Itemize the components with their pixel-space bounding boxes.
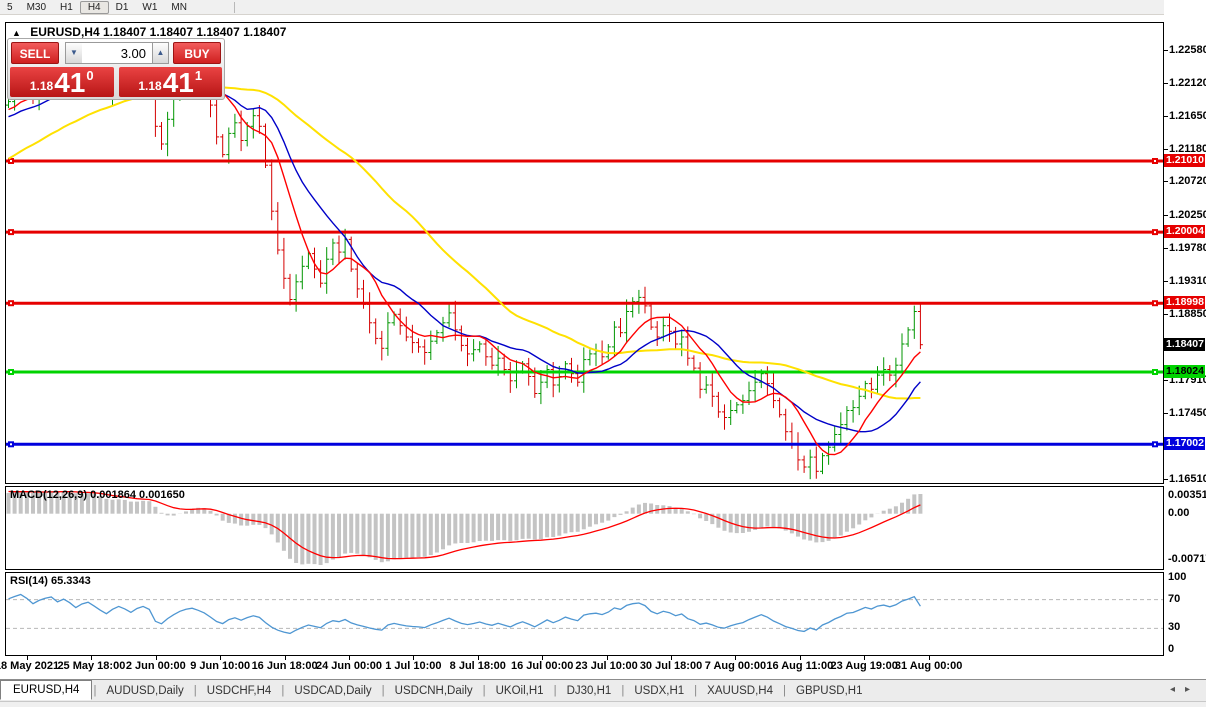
tab-separator: | xyxy=(694,685,697,697)
current-price-badge: 1.18407 xyxy=(1164,338,1205,351)
one-click-trading-panel: SELL ▼ ▲ BUY 1.18 41 0 1.18 41 1 xyxy=(7,38,225,100)
timeframe-toolbar: 5M30H1H4D1W1MN xyxy=(0,0,1206,15)
price-axis: 0.003515 0.00 -0.007178 1.22580 1.22120 1.… xyxy=(1164,0,1206,706)
timeframe-button-mn[interactable]: MN xyxy=(164,1,194,14)
trade-panel-controls: SELL ▼ ▲ BUY xyxy=(11,42,221,64)
chart-tab-usdcad[interactable]: USDCAD,Daily xyxy=(285,682,380,700)
tab-scroll-right-icon[interactable]: ▸ xyxy=(1185,684,1200,695)
timeframe-button-d1[interactable]: D1 xyxy=(109,1,136,14)
buy-button[interactable]: BUY xyxy=(173,42,221,64)
buy-price-prefix: 1.18 xyxy=(138,79,161,93)
chart-tabbar: EURUSD,H4|AUDUSD,Daily|USDCHF,H4|USDCAD,… xyxy=(0,679,1206,701)
price-axis-tick: 1.19310 xyxy=(1169,275,1206,287)
buy-price-pipette: 1 xyxy=(195,68,202,83)
rsi-scale-tick: 70 xyxy=(1168,593,1180,605)
buy-price-display[interactable]: 1.18 41 1 xyxy=(119,67,223,97)
chart-tab-eurusd[interactable]: EURUSD,H4 xyxy=(0,680,92,700)
chart-tab-gbpusd[interactable]: GBPUSD,H1 xyxy=(787,682,871,700)
timeframe-button-h1[interactable]: H1 xyxy=(53,1,80,14)
sell-price-prefix: 1.18 xyxy=(30,79,53,93)
chart-tab-usdcnh[interactable]: USDCNH,Daily xyxy=(386,682,482,700)
macd-indicator-panel[interactable]: MACD(12,26,9) 0.001864 0.001650 xyxy=(5,486,1164,570)
rsi-scale-tick: 100 xyxy=(1168,571,1186,583)
macd-scale-min: -0.007178 xyxy=(1168,553,1206,565)
tab-separator: | xyxy=(281,685,284,697)
macd-scale-zero: 0.00 xyxy=(1168,507,1189,519)
volume-decrease-button[interactable]: ▼ xyxy=(65,42,82,64)
chart-tab-usdx[interactable]: USDX,H1 xyxy=(625,682,693,700)
price-axis-tick: 1.22120 xyxy=(1169,77,1206,89)
sell-price-pipette: 0 xyxy=(86,68,93,83)
volume-input[interactable] xyxy=(82,42,152,64)
chart-title-text: EURUSD,H4 1.18407 1.18407 1.18407 1.1840… xyxy=(30,25,286,39)
hline-price-badge: 1.20004 xyxy=(1164,225,1205,238)
trade-panel-quotes: 1.18 41 0 1.18 41 1 xyxy=(10,67,222,97)
price-axis-tick: 1.20250 xyxy=(1169,209,1206,221)
tab-separator: | xyxy=(194,685,197,697)
sell-button[interactable]: SELL xyxy=(11,42,59,64)
hline-price-badge: 1.17002 xyxy=(1164,437,1205,450)
chart-tab-xauusd[interactable]: XAUUSD,H4 xyxy=(698,682,782,700)
timeframe-button-w1[interactable]: W1 xyxy=(135,1,164,14)
buy-price-big: 41 xyxy=(163,71,194,95)
price-axis-tick: 1.19780 xyxy=(1169,242,1206,254)
timeframe-button-5[interactable]: 5 xyxy=(0,1,20,14)
rsi-scale-tick: 30 xyxy=(1168,621,1180,633)
price-axis-tick: 1.18850 xyxy=(1169,308,1206,320)
status-strip xyxy=(0,701,1206,707)
macd-label: MACD(12,26,9) 0.001864 0.001650 xyxy=(10,489,185,501)
time-axis-label: 31 Aug 00:00 xyxy=(884,660,974,672)
rsi-scale-tick: 0 xyxy=(1168,643,1174,655)
tab-separator: | xyxy=(783,685,786,697)
tab-separator: | xyxy=(382,685,385,697)
price-axis-tick: 1.22580 xyxy=(1169,44,1206,56)
chart-collapse-icon[interactable] xyxy=(12,25,27,39)
price-axis-tick: 1.21650 xyxy=(1169,110,1206,122)
sell-price-big: 41 xyxy=(54,71,85,95)
chart-title: EURUSD,H4 1.18407 1.18407 1.18407 1.1840… xyxy=(12,25,286,39)
tab-separator: | xyxy=(93,685,96,697)
rsi-canvas xyxy=(6,573,1163,655)
price-axis-tick: 1.16510 xyxy=(1169,473,1206,485)
toolbar-separator xyxy=(234,2,235,13)
rsi-label: RSI(14) 65.3343 xyxy=(10,575,91,587)
tab-scroll-nav: ◂▸ xyxy=(1170,684,1200,695)
hline-price-badge: 1.21010 xyxy=(1164,154,1205,167)
tab-separator: | xyxy=(621,685,624,697)
timeframe-button-h4[interactable]: H4 xyxy=(80,1,109,14)
hline-price-badge: 1.18024 xyxy=(1164,365,1205,378)
tab-separator: | xyxy=(554,685,557,697)
mt4-window: { "toolbar":{"timeframes":["5","M30","H1… xyxy=(0,0,1206,706)
time-axis: 18 May 202125 May 18:002 Jun 00:009 Jun … xyxy=(5,656,1164,678)
sell-price-display[interactable]: 1.18 41 0 xyxy=(10,67,114,97)
macd-scale-max: 0.003515 xyxy=(1168,489,1206,501)
chart-tab-usdchf[interactable]: USDCHF,H4 xyxy=(198,682,281,700)
tab-scroll-left-icon[interactable]: ◂ xyxy=(1170,684,1185,695)
chart-tab-audusd[interactable]: AUDUSD,Daily xyxy=(97,682,192,700)
rsi-indicator-panel[interactable]: RSI(14) 65.3343 xyxy=(5,572,1164,656)
chart-tab-dj30[interactable]: DJ30,H1 xyxy=(558,682,621,700)
timeframe-button-m30[interactable]: M30 xyxy=(20,1,53,14)
hline-price-badge: 1.18998 xyxy=(1164,296,1205,309)
price-axis-tick: 1.17450 xyxy=(1169,407,1206,419)
volume-increase-button[interactable]: ▲ xyxy=(152,42,169,64)
chart-tab-ukoil[interactable]: UKOil,H1 xyxy=(487,682,553,700)
price-axis-tick: 1.20720 xyxy=(1169,175,1206,187)
tab-separator: | xyxy=(483,685,486,697)
